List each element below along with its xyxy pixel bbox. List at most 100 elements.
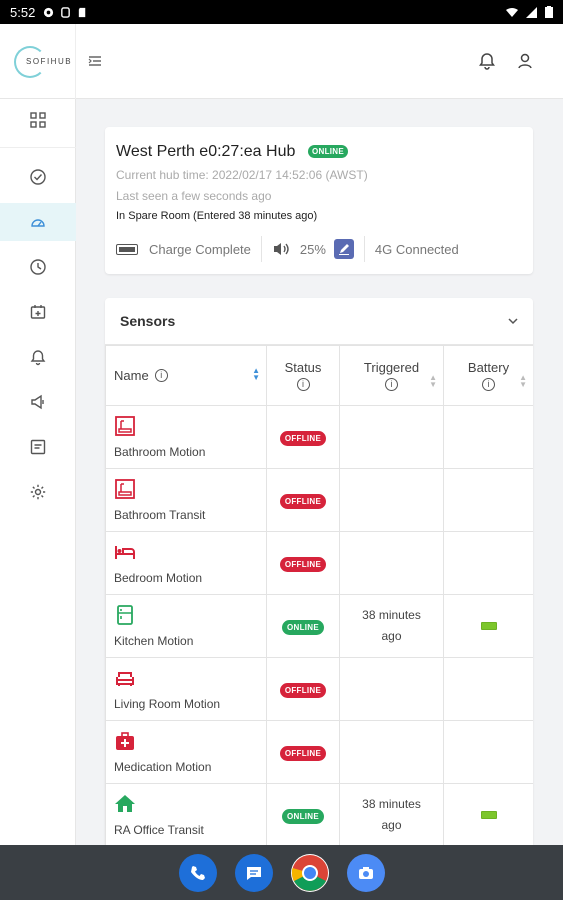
status-badge: OFFLINE — [279, 557, 327, 572]
hub-connection-text: 4G Connected — [374, 241, 459, 257]
clock-icon — [30, 259, 46, 275]
sidebar-item-announcements[interactable] — [0, 383, 76, 421]
sensor-name[interactable]: Bathroom Motion — [114, 445, 205, 459]
bath-icon — [114, 478, 136, 500]
sidebar-item-alerts[interactable] — [0, 338, 76, 376]
footer-divider — [363, 236, 365, 262]
info-icon[interactable]: i — [154, 369, 168, 382]
sensor-name[interactable]: Bedroom Motion — [114, 571, 202, 585]
wifi-icon — [506, 7, 518, 17]
battery-icon — [116, 243, 138, 255]
sensor-battery-cell — [443, 468, 533, 532]
sidebar-item-history[interactable] — [0, 248, 76, 286]
sensor-name[interactable]: Kitchen Motion — [114, 634, 193, 648]
sensor-name-cell: Living Room Motion — [105, 657, 267, 721]
sensor-name-cell: Bedroom Motion — [105, 531, 267, 595]
sensor-name[interactable]: Bathroom Transit — [114, 508, 205, 522]
hub-volume-text: 25% — [299, 241, 326, 257]
status-badge: OFFLINE — [279, 683, 327, 698]
status-time: 5:52 — [10, 4, 36, 20]
camera-app-icon[interactable] — [346, 853, 385, 892]
sort-icon[interactable]: ▲ ▼ — [519, 374, 527, 389]
table-row[interactable]: RA Office Transit ONLINE 38 minutes ago — [105, 783, 533, 845]
battery-level-icon — [480, 622, 497, 630]
sensor-battery-cell — [443, 594, 533, 658]
table-row[interactable]: Bathroom Motion OFFLINE — [105, 405, 533, 469]
table-row[interactable]: Bathroom Transit OFFLINE — [105, 468, 533, 532]
sidebar-item-dashboard[interactable] — [0, 101, 76, 139]
messages-app-icon[interactable] — [234, 853, 273, 892]
cell-signal-icon — [526, 6, 537, 18]
column-header-triggered[interactable]: Triggered i ▲ ▼ — [339, 345, 444, 406]
chevron-down-icon[interactable] — [507, 315, 519, 327]
sensor-status-cell: ONLINE — [266, 594, 340, 658]
table-row[interactable]: Living Room Motion OFFLINE — [105, 657, 533, 721]
house-icon — [114, 793, 136, 815]
settings-notification-icon — [44, 7, 54, 17]
status-badge: OFFLINE — [279, 494, 327, 509]
sensor-triggered-cell — [339, 468, 444, 532]
info-icon[interactable]: i — [482, 378, 495, 391]
status-badge: ONLINE — [281, 620, 325, 635]
sensor-name-cell: Bathroom Transit — [105, 468, 267, 532]
chrome-app-icon[interactable] — [290, 853, 329, 892]
info-icon[interactable]: i — [385, 378, 398, 391]
column-name-label: Name — [114, 368, 149, 383]
sensor-name-cell: RA Office Transit — [105, 783, 267, 845]
menu-toggle-icon[interactable] — [87, 53, 103, 69]
edit-volume-icon[interactable] — [333, 239, 354, 259]
status-badge: OFFLINE — [279, 746, 327, 761]
sensor-triggered-cell — [339, 720, 444, 784]
sidebar-item-calendar[interactable] — [0, 293, 76, 331]
hub-charge-text: Charge Complete — [149, 241, 251, 257]
check-circle-icon — [30, 169, 46, 185]
sensors-header[interactable]: Sensors — [105, 298, 533, 345]
sort-icon[interactable]: ▲ ▼ — [252, 367, 260, 382]
user-profile-icon[interactable] — [515, 51, 535, 71]
sofihub-logo[interactable]: SOFIHUB — [0, 23, 76, 99]
bell-icon — [30, 350, 46, 366]
gauge-icon — [31, 219, 45, 227]
status-badge: OFFLINE — [279, 431, 327, 446]
column-header-battery[interactable]: Battery i ▲ ▼ — [443, 345, 533, 406]
sensor-name[interactable]: Living Room Motion — [114, 697, 220, 711]
sidebar-item-settings[interactable] — [0, 473, 76, 511]
sensor-triggered-time: 38 minutes ago — [362, 608, 421, 643]
megaphone-icon — [31, 394, 44, 410]
hub-room-location: In Spare Room (Entered 38 minutes ago) — [116, 210, 318, 222]
sort-icon[interactable]: ▲ ▼ — [429, 374, 437, 389]
sensor-battery-cell — [443, 405, 533, 469]
sensor-name-cell: Medication Motion — [105, 720, 267, 784]
bath-icon — [114, 415, 136, 437]
status-bar: 5:52 — [0, 0, 563, 24]
medical-kit-icon — [114, 730, 136, 752]
sensor-triggered-time: 38 minutes ago — [362, 797, 421, 832]
battery-status-icon — [545, 6, 553, 18]
grid-icon — [30, 112, 46, 128]
table-header-row: Name i ▲ ▼ Status i Triggered i ▲ ▼ Batt… — [105, 345, 533, 406]
gear-icon — [30, 484, 46, 500]
column-status-label: Status — [284, 360, 322, 375]
table-row[interactable]: Kitchen Motion ONLINE 38 minutes ago — [105, 594, 533, 658]
phone-app-icon[interactable] — [178, 853, 217, 892]
calendar-add-icon — [30, 305, 46, 319]
footer-divider — [260, 236, 262, 262]
sensor-triggered-cell — [339, 405, 444, 469]
info-icon[interactable]: i — [296, 378, 310, 391]
sensor-name[interactable]: RA Office Transit — [114, 823, 204, 837]
table-row[interactable]: Bedroom Motion OFFLINE — [105, 531, 533, 595]
hub-charge-status: Charge Complete — [116, 242, 251, 257]
hub-status-card: West Perth e0:27:ea Hub ONLINE Current h… — [105, 127, 533, 274]
sensor-name[interactable]: Medication Motion — [114, 760, 211, 774]
sidebar-item-messages[interactable] — [0, 428, 76, 466]
sensor-name-cell: Bathroom Motion — [105, 405, 267, 469]
sidebar-item-hub-status[interactable] — [0, 203, 76, 241]
notifications-bell-icon[interactable] — [477, 51, 497, 71]
status-badge: ONLINE — [281, 809, 325, 824]
column-header-name[interactable]: Name i ▲ ▼ — [105, 345, 267, 406]
hub-volume: 25% — [272, 239, 354, 259]
column-header-status[interactable]: Status i — [266, 345, 340, 406]
hub-last-seen: Last seen a few seconds ago — [116, 189, 272, 203]
sidebar-item-tasks[interactable] — [0, 158, 76, 196]
table-row[interactable]: Medication Motion OFFLINE — [105, 720, 533, 784]
